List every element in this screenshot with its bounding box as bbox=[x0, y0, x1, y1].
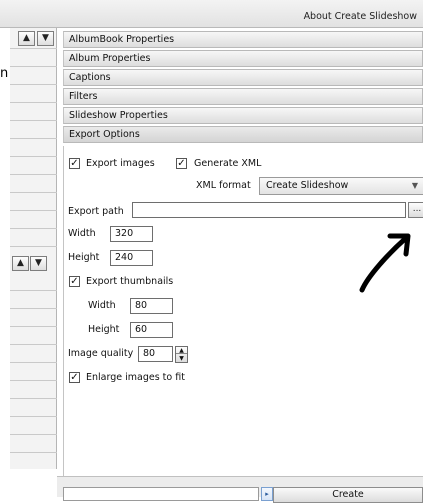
thumb-width-input[interactable]: 80 bbox=[130, 298, 173, 314]
title-bar: About Create Slideshow bbox=[0, 0, 423, 28]
export-images-label: Export images bbox=[86, 158, 155, 169]
generate-xml-label: Generate XML bbox=[194, 158, 262, 169]
play-arrow-icon[interactable]: ▸ bbox=[261, 487, 273, 501]
section-albumbook-properties[interactable]: AlbumBook Properties bbox=[63, 31, 423, 48]
export-options-body: ✓ Export images ✓ Generate XML XML forma… bbox=[63, 146, 423, 476]
image-quality-input[interactable]: 80 bbox=[138, 346, 173, 362]
bottom-text-field[interactable] bbox=[63, 487, 259, 501]
bottom-bar: ▸ Create bbox=[57, 476, 423, 503]
spin-up-icon[interactable]: ▲ bbox=[176, 347, 187, 354]
section-export-options[interactable]: Export Options bbox=[63, 126, 423, 143]
xml-format-value: Create Slideshow bbox=[266, 180, 349, 191]
down-arrow-icon: ▼ bbox=[42, 33, 49, 43]
section-filters[interactable]: Filters bbox=[63, 88, 423, 105]
dropdown-chevron-icon: ▼ bbox=[411, 181, 418, 190]
export-path-input[interactable] bbox=[132, 202, 406, 218]
width-label: Width bbox=[68, 228, 96, 239]
move-down-button-2[interactable]: ▼ bbox=[30, 256, 47, 271]
thumb-height-input[interactable]: 60 bbox=[130, 322, 173, 338]
enlarge-images-label: Enlarge images to fit bbox=[86, 372, 185, 383]
create-button[interactable]: Create bbox=[273, 487, 423, 503]
export-thumbnails-label: Export thumbnails bbox=[86, 276, 174, 287]
xml-format-select[interactable]: Create Slideshow ▼ bbox=[259, 177, 423, 195]
image-quality-label: Image quality bbox=[68, 348, 134, 359]
spin-down-icon[interactable]: ▼ bbox=[176, 355, 187, 362]
export-thumbnails-checkbox[interactable]: ✓ bbox=[69, 276, 80, 287]
section-captions[interactable]: Captions bbox=[63, 69, 423, 86]
up-arrow-icon: ▲ bbox=[17, 258, 24, 268]
partial-text-fragment: n bbox=[0, 66, 8, 81]
move-up-button[interactable]: ▲ bbox=[18, 31, 35, 46]
export-path-label: Export path bbox=[68, 206, 124, 217]
move-down-button[interactable]: ▼ bbox=[37, 31, 54, 46]
move-up-button-2[interactable]: ▲ bbox=[12, 256, 29, 271]
down-arrow-icon: ▼ bbox=[35, 258, 42, 268]
thumb-width-label: Width bbox=[88, 300, 116, 311]
width-input[interactable]: 320 bbox=[110, 226, 153, 242]
height-input[interactable]: 240 bbox=[110, 250, 153, 266]
window-title: About Create Slideshow bbox=[303, 11, 417, 22]
enlarge-images-checkbox[interactable]: ✓ bbox=[69, 372, 80, 383]
thumb-height-label: Height bbox=[88, 324, 120, 335]
image-quality-spinner[interactable]: ▲ ▼ bbox=[175, 346, 188, 363]
hand-drawn-arrow-annotation bbox=[359, 233, 411, 293]
section-slideshow-properties[interactable]: Slideshow Properties bbox=[63, 107, 423, 124]
generate-xml-checkbox[interactable]: ✓ bbox=[176, 158, 187, 169]
up-arrow-icon: ▲ bbox=[23, 33, 30, 43]
export-images-checkbox[interactable]: ✓ bbox=[69, 158, 80, 169]
section-album-properties[interactable]: Album Properties bbox=[63, 50, 423, 67]
left-panel: ▲ ▼ ▲ ▼ bbox=[10, 28, 57, 469]
xml-format-label: XML format bbox=[196, 180, 251, 191]
browse-button[interactable]: ... bbox=[408, 202, 423, 218]
height-label: Height bbox=[68, 252, 100, 263]
